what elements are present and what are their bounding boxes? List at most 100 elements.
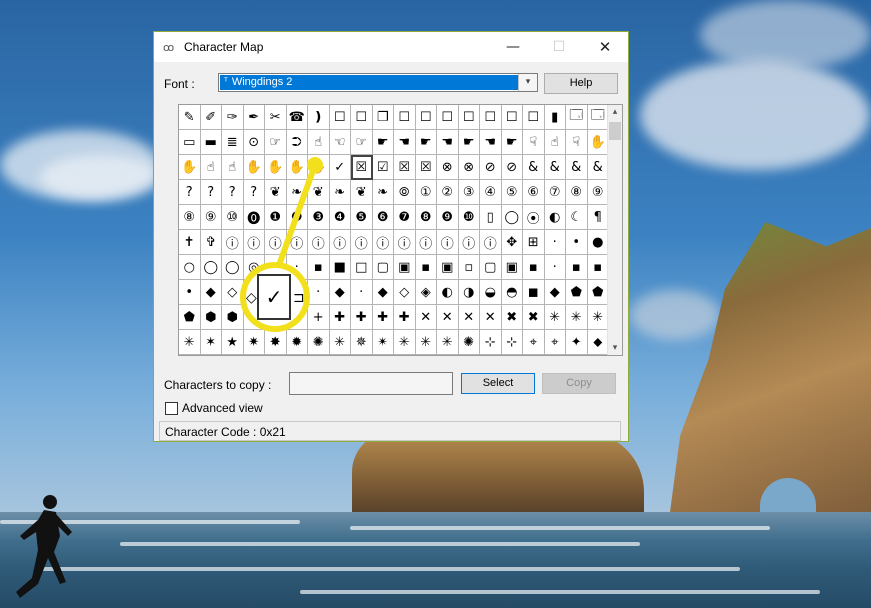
character-cell[interactable]: ☝	[222, 155, 244, 180]
character-cell[interactable]: ·	[351, 280, 373, 305]
character-cell[interactable]: ✳	[394, 330, 416, 355]
character-cell[interactable]: ✸	[265, 330, 287, 355]
character-cell[interactable]: ☝	[308, 130, 330, 155]
character-cell[interactable]: ◐	[544, 205, 566, 230]
character-cell[interactable]: ◐	[437, 280, 459, 305]
character-cell[interactable]: ⬢	[222, 305, 244, 330]
title-bar[interactable]: ꝏ Character Map — ☐ ✕	[154, 32, 628, 62]
character-cell[interactable]: ◯	[222, 255, 244, 280]
character-cell[interactable]: ⓘ	[308, 230, 330, 255]
character-cell[interactable]: ❫	[308, 105, 330, 130]
copy-button[interactable]: Copy	[542, 373, 616, 394]
character-cell[interactable]: ✋	[243, 155, 265, 180]
character-cell[interactable]: ✳	[437, 330, 459, 355]
character-cell[interactable]: &	[566, 155, 588, 180]
character-cell[interactable]: ✕	[480, 305, 502, 330]
character-cell[interactable]: ●	[587, 230, 609, 255]
character-cell[interactable]: ⊙	[243, 130, 265, 155]
character-cell[interactable]: ✥	[501, 230, 523, 255]
character-cell[interactable]: ⊘	[501, 155, 523, 180]
character-cell[interactable]: ⑦	[544, 180, 566, 205]
character-cell[interactable]: ○	[179, 255, 201, 280]
character-cell[interactable]: ☐	[394, 105, 416, 130]
character-cell[interactable]: ⬟	[566, 280, 588, 305]
character-cell[interactable]: ✚	[329, 305, 351, 330]
help-button[interactable]: Help	[544, 73, 618, 94]
character-cell[interactable]: ✵	[351, 330, 373, 355]
character-cell[interactable]: ▣	[501, 255, 523, 280]
character-cell[interactable]: ⬥	[587, 330, 609, 355]
character-cell[interactable]: ◒	[480, 280, 502, 305]
character-cell[interactable]: ✑	[222, 105, 244, 130]
character-cell[interactable]: ▮	[544, 105, 566, 130]
character-cell[interactable]: ☜	[329, 130, 351, 155]
character-cell[interactable]: ⊹	[501, 330, 523, 355]
character-cell[interactable]: ⦿	[523, 205, 545, 230]
character-cell[interactable]: ◑	[458, 280, 480, 305]
character-cell[interactable]: ☛	[458, 130, 480, 155]
character-cell[interactable]: ▯	[480, 205, 502, 230]
scroll-up-icon[interactable]: ▴	[608, 105, 622, 119]
character-cell[interactable]: ❿	[458, 205, 480, 230]
character-cell[interactable]: •	[179, 280, 201, 305]
minimize-button[interactable]: —	[490, 32, 536, 62]
character-cell[interactable]: ?	[200, 180, 222, 205]
character-cell[interactable]: ⓘ	[415, 230, 437, 255]
character-cell[interactable]: ❦	[265, 180, 287, 205]
character-cell[interactable]: ⊗	[458, 155, 480, 180]
character-cell[interactable]: ✂	[265, 105, 287, 130]
character-cell[interactable]: ⓘ	[222, 230, 244, 255]
character-cell[interactable]: ☒	[415, 155, 437, 180]
character-cell[interactable]: ☒	[394, 155, 416, 180]
character-cell[interactable]: ✳	[566, 305, 588, 330]
character-cell[interactable]: ✐	[200, 105, 222, 130]
character-cell[interactable]: ⦾	[394, 180, 416, 205]
character-cell[interactable]: ▣	[394, 255, 416, 280]
character-cell[interactable]: ⊹	[480, 330, 502, 355]
character-cell[interactable]: ·	[544, 230, 566, 255]
character-cell[interactable]: ▪	[308, 255, 330, 280]
character-cell[interactable]: ✒	[243, 105, 265, 130]
character-cell[interactable]: ▪	[566, 255, 588, 280]
character-cell[interactable]: ✶	[200, 330, 222, 355]
character-cell[interactable]: ☚	[394, 130, 416, 155]
chevron-down-icon[interactable]: ▾	[518, 74, 537, 91]
character-cell[interactable]: ▣	[437, 255, 459, 280]
character-cell[interactable]: ⑤	[501, 180, 523, 205]
character-cell[interactable]: ☐	[480, 105, 502, 130]
character-cell[interactable]: ❸	[308, 205, 330, 230]
character-cell[interactable]: ⑥	[523, 180, 545, 205]
character-cell[interactable]: ④	[480, 180, 502, 205]
character-cell[interactable]: ✺	[308, 330, 330, 355]
character-cell[interactable]: ☒	[351, 155, 373, 180]
character-cell[interactable]: ✷	[243, 330, 265, 355]
character-cell[interactable]: ?	[222, 180, 244, 205]
character-cell[interactable]: ✋	[179, 155, 201, 180]
character-cell[interactable]: ❧	[286, 180, 308, 205]
character-cell[interactable]: ❦	[308, 180, 330, 205]
character-cell[interactable]: +	[308, 305, 330, 330]
character-cell[interactable]: ⑨	[587, 180, 609, 205]
character-cell[interactable]: ·	[308, 280, 330, 305]
character-cell[interactable]: ◯	[200, 255, 222, 280]
character-cell[interactable]: ⮊	[286, 130, 308, 155]
character-cell[interactable]: ☚	[480, 130, 502, 155]
character-cell[interactable]: ·	[544, 255, 566, 280]
character-cell[interactable]: ❧	[329, 180, 351, 205]
character-cell[interactable]: ⬟	[587, 280, 609, 305]
character-cell[interactable]: ❻	[372, 205, 394, 230]
character-cell[interactable]: ✎	[179, 105, 201, 130]
character-cell[interactable]: ☐	[437, 105, 459, 130]
character-cell[interactable]: ▭	[179, 130, 201, 155]
character-cell[interactable]: ①	[415, 180, 437, 205]
character-cell[interactable]: ⓘ	[437, 230, 459, 255]
character-cell[interactable]: ⌖	[523, 330, 545, 355]
character-cell[interactable]: ✦	[566, 330, 588, 355]
character-cell[interactable]: ▪	[523, 255, 545, 280]
character-cell[interactable]: ✳	[415, 330, 437, 355]
character-cell[interactable]: ⊗	[437, 155, 459, 180]
character-cell[interactable]: ③	[458, 180, 480, 205]
character-cell[interactable]: ❷	[286, 205, 308, 230]
character-cell[interactable]: &	[523, 155, 545, 180]
character-cell[interactable]: ☐	[523, 105, 545, 130]
